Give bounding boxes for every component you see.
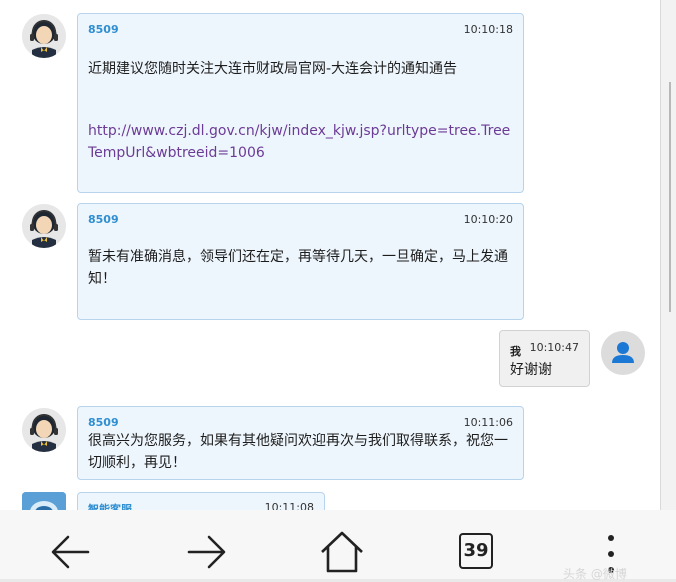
chat-panel[interactable]: 8509 10:10:18 近期建议您随时关注大连市财政局官网-大连会计的通知通…	[0, 0, 661, 510]
agent-message-bubble: 8509 10:11:06 很高兴为您服务，如果有其他疑问欢迎再次与我们取得联系…	[77, 406, 524, 480]
home-button[interactable]	[299, 510, 379, 579]
agent-headset-icon	[22, 204, 66, 248]
message-sender: 8509	[88, 23, 119, 36]
message-text: 近期建议您随时关注大连市财政局官网-大连会计的通知通告	[88, 61, 458, 77]
user-message-bubble: 我 10:10:47 好谢谢	[499, 330, 590, 387]
user-icon	[612, 342, 634, 363]
message-time: 10:11:06	[463, 416, 513, 429]
back-button[interactable]	[30, 510, 110, 579]
message-text: 好谢谢	[510, 362, 552, 378]
message-sender: 8509	[88, 213, 119, 226]
message-time: 10:10:20	[463, 213, 513, 226]
agent-message-bubble: 8509 10:10:20 暂未有准确消息，领导们还在定，再等待几天，一旦确定，…	[77, 203, 524, 320]
agent-message-bubble: 8509 10:10:18 近期建议您随时关注大连市财政局官网-大连会计的通知通…	[77, 13, 524, 193]
message-time: 10:10:47	[529, 341, 579, 354]
forward-button[interactable]	[167, 510, 247, 579]
message-sender: 8509	[88, 416, 119, 429]
message-text: 很高兴为您服务，如果有其他疑问欢迎再次与我们取得联系，祝您一切顺利，再见！	[88, 433, 508, 471]
arrow-left-icon	[51, 535, 90, 569]
message-text: 暂未有准确消息，领导们还在定，再等待几天，一旦确定，马上发通知！	[88, 249, 508, 287]
arrow-right-icon	[187, 535, 226, 569]
scrollbar-thumb[interactable]	[669, 82, 671, 312]
message-time: 10:11:08	[264, 501, 314, 510]
message-sender: 我	[510, 345, 521, 358]
agent-avatar	[22, 408, 66, 452]
message-time: 10:10:18	[463, 23, 513, 36]
home-icon	[321, 531, 363, 573]
watermark: 头条 @微博	[563, 567, 627, 581]
tab-count-button[interactable]: 39	[459, 533, 493, 569]
agent-headset-icon	[22, 408, 66, 452]
user-avatar	[601, 331, 645, 375]
agent-avatar	[22, 14, 66, 58]
agent-headset-icon	[22, 14, 66, 58]
agent-avatar	[22, 204, 66, 248]
smart-service-avatar	[22, 492, 66, 510]
message-link[interactable]: http://www.czj.dl.gov.cn/kjw/index_kjw.j…	[88, 120, 513, 164]
message-sender: 智能客服	[88, 503, 132, 510]
agent-message-bubble: 智能客服 10:11:08	[77, 492, 325, 510]
robot-icon	[22, 492, 66, 510]
